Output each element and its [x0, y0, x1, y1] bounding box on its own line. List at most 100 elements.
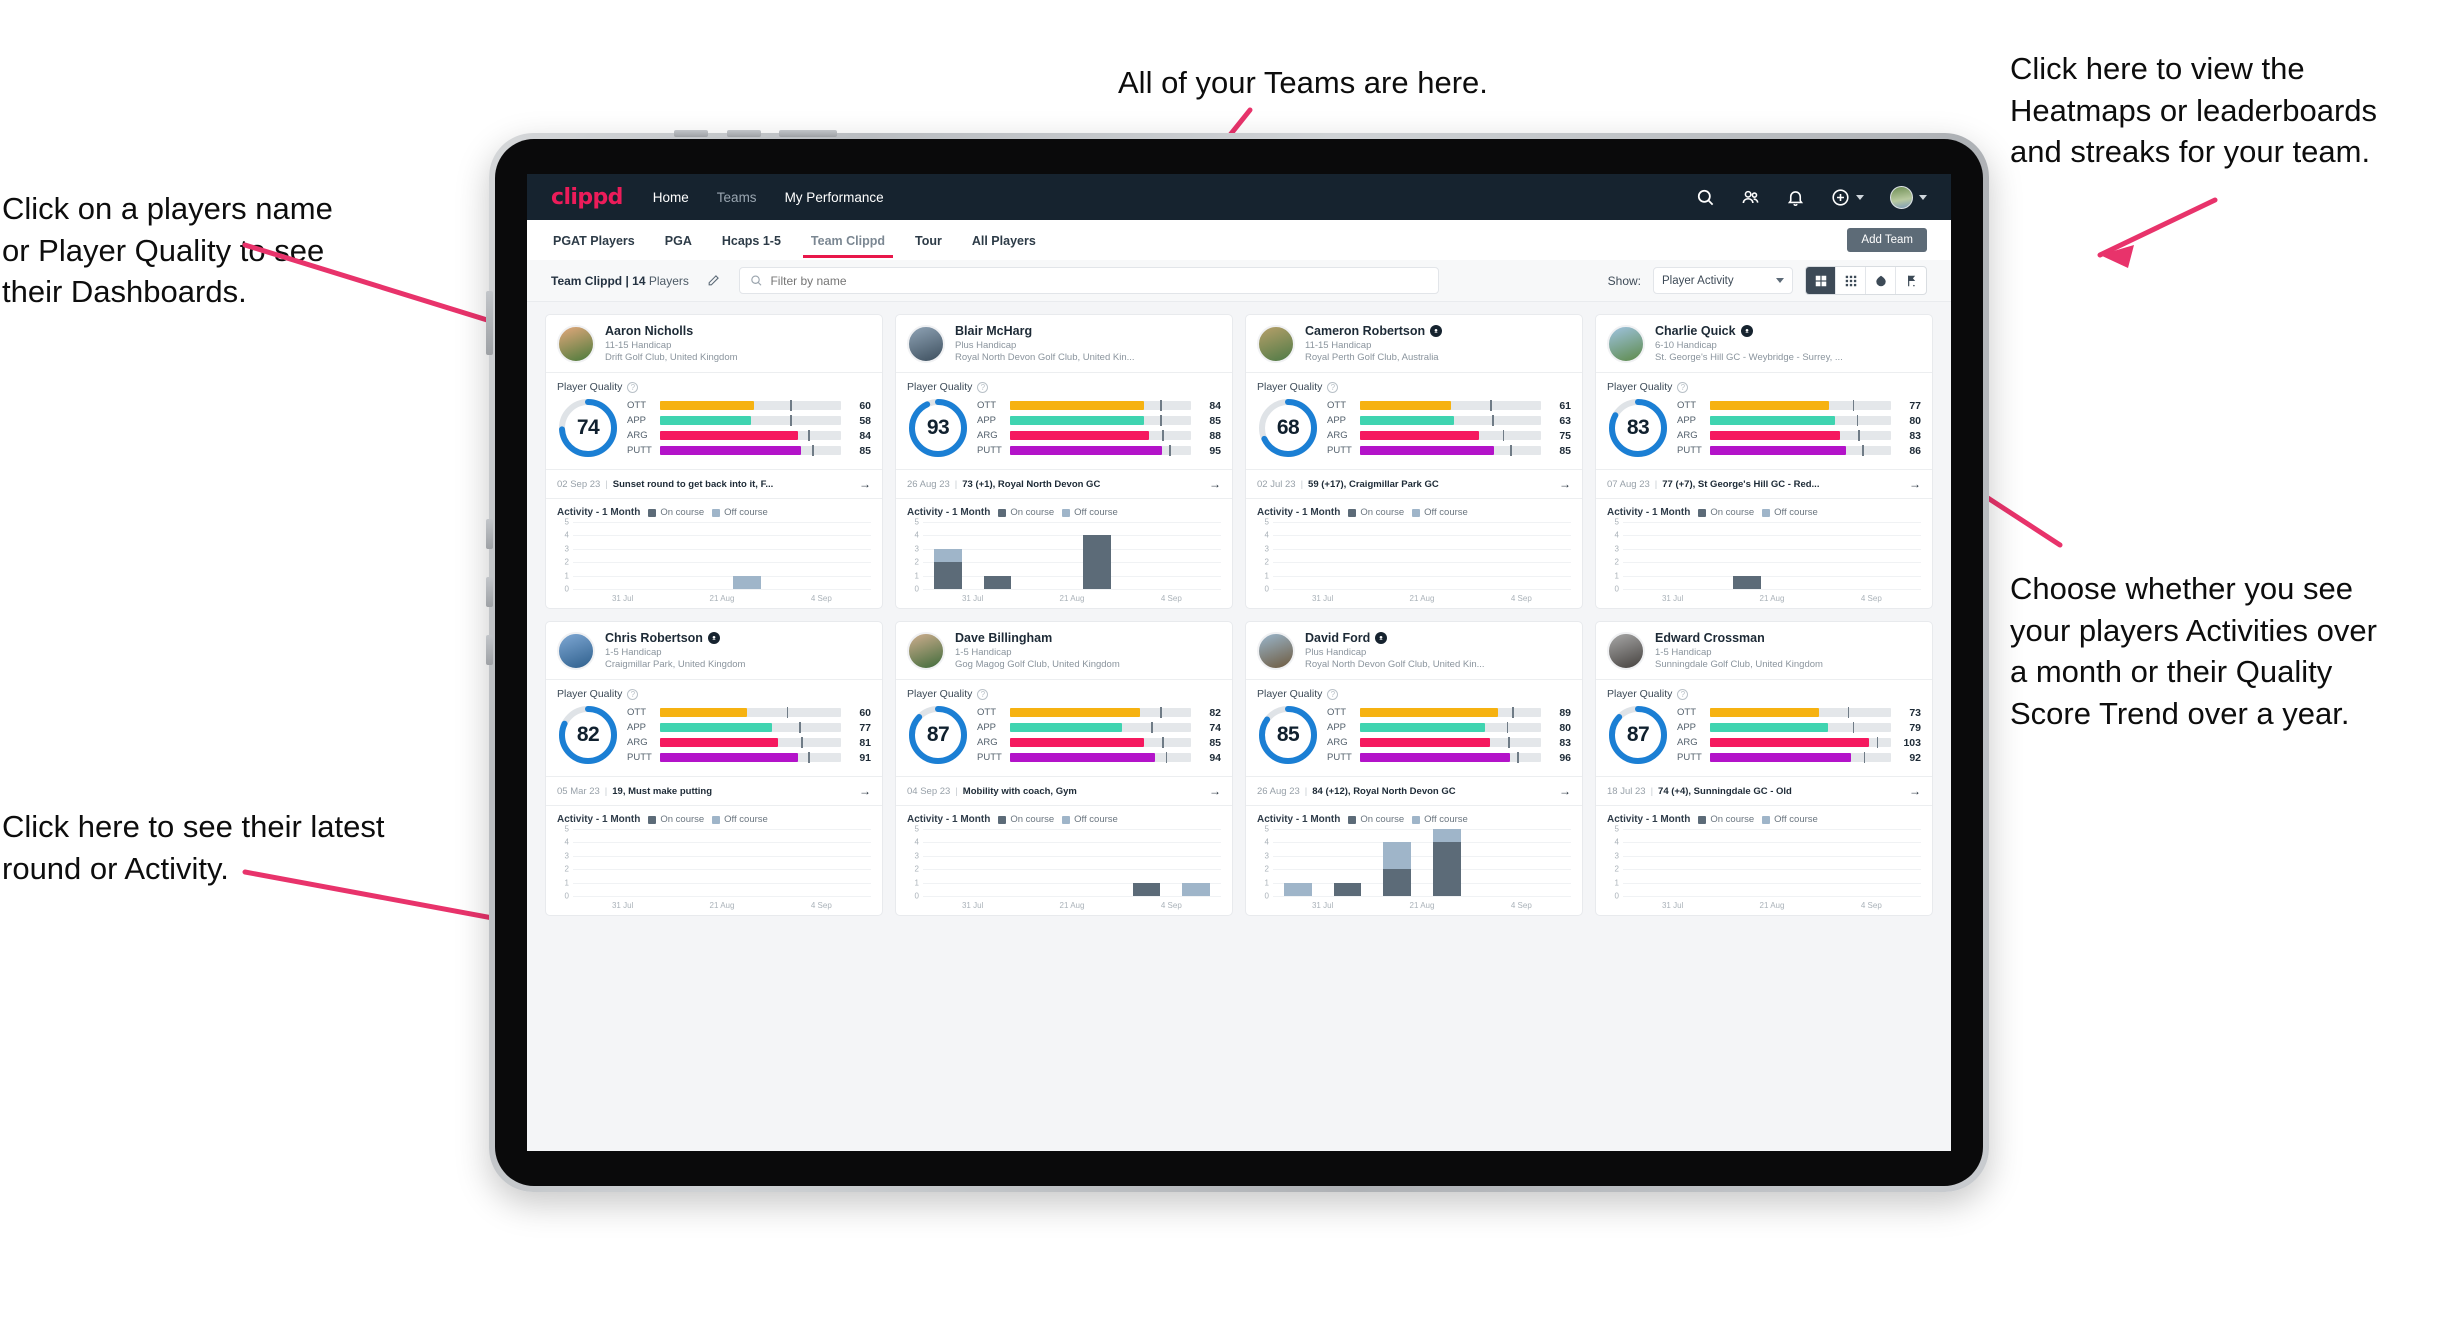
help-icon[interactable]: ?	[1677, 688, 1689, 700]
latest-round-row[interactable]: 26 Aug 23 | 84 (+12), Royal North Devon GC…	[1246, 776, 1582, 806]
player-card-header[interactable]: Blair McHarg Plus Handicap Royal North Dev…	[896, 315, 1232, 372]
tab-pgat-players[interactable]: PGAT Players	[551, 223, 637, 258]
player-quality-ring[interactable]: 87	[907, 704, 969, 766]
player-quality-body[interactable]: 68 OTT 61 APP 63 ARG 75 PUTT 85	[1246, 395, 1582, 469]
player-name[interactable]: David Ford	[1305, 631, 1485, 645]
latest-round-row[interactable]: 05 Mar 23 | 19, Must make putting →	[546, 776, 882, 806]
arrow-right-icon[interactable]: →	[1559, 477, 1571, 491]
chevron-down-icon-add[interactable]	[1856, 194, 1864, 200]
player-card-header[interactable]: David Ford Plus Handicap Royal North Devon…	[1246, 622, 1582, 679]
latest-round-row[interactable]: 26 Aug 23 | 73 (+1), Royal North Devon GC →	[896, 469, 1232, 499]
search-input[interactable]	[770, 273, 1428, 288]
player-quality-ring[interactable]: 87	[1607, 704, 1669, 766]
player-card-header[interactable]: Charlie Quick 6-10 Handicap St. George's H…	[1596, 315, 1932, 372]
player-quality-ring[interactable]: 93	[907, 397, 969, 459]
player-name[interactable]: Edward Crossman	[1655, 631, 1823, 645]
app-screen: clippd Home Teams My Performance PGAT Pl…	[527, 174, 1951, 1151]
plus-circle-icon[interactable]	[1831, 188, 1850, 207]
people-icon[interactable]	[1741, 188, 1760, 207]
player-name[interactable]: Cameron Robertson	[1305, 324, 1443, 338]
latest-round-row[interactable]: 18 Jul 23 | 74 (+4), Sunningdale GC - Old →	[1596, 776, 1932, 806]
help-icon[interactable]: ?	[977, 688, 989, 700]
player-name[interactable]: Chris Robertson	[605, 631, 745, 645]
player-quality-body[interactable]: 87 OTT 73 APP 79 ARG 103 PUTT 92	[1596, 702, 1932, 776]
arrow-right-icon[interactable]: →	[859, 477, 871, 491]
player-quality-body[interactable]: 83 OTT 77 APP 80 ARG 83 PUTT 86	[1596, 395, 1932, 469]
view-heatmap-button[interactable]	[1866, 267, 1896, 294]
player-quality-ring[interactable]: 82	[557, 704, 619, 766]
latest-round-row[interactable]: 07 Aug 23 | 77 (+7), St George's Hill GC -…	[1596, 469, 1932, 499]
tab-team-clippd[interactable]: Team Clippd	[802, 223, 894, 258]
player-card-header[interactable]: Aaron Nicholls 11-15 Handicap Drift Golf C…	[546, 315, 882, 372]
tab-pga[interactable]: PGA	[663, 223, 694, 258]
activity-chart: 0 1 2 3 4 5 31 Jul 21 Aug 4 Sep	[896, 825, 1232, 915]
latest-round-row[interactable]: 02 Sep 23 | Sunset round to get back into …	[546, 469, 882, 499]
tab-all-players[interactable]: All Players	[970, 223, 1038, 258]
arrow-right-icon[interactable]: →	[1559, 784, 1571, 798]
chevron-down-icon-profile[interactable]	[1919, 194, 1927, 200]
view-grid-large-button[interactable]	[1806, 267, 1836, 294]
nav-link-teams[interactable]: Teams	[717, 190, 757, 205]
nav-link-home[interactable]: Home	[653, 190, 689, 205]
metric-row: ARG 83	[1327, 737, 1571, 749]
bell-icon[interactable]	[1786, 188, 1805, 207]
player-name[interactable]: Dave Billingham	[955, 631, 1120, 645]
arrow-right-icon[interactable]: →	[1209, 477, 1221, 491]
player-card-header[interactable]: Chris Robertson 1-5 Handicap Craigmillar P…	[546, 622, 882, 679]
search-input-wrapper[interactable]	[738, 267, 1439, 294]
player-card[interactable]: Cameron Robertson 11-15 Handicap Royal Per…	[1245, 314, 1583, 609]
player-quality-score: 82	[576, 723, 600, 746]
tab-hcaps-1-5[interactable]: Hcaps 1-5	[720, 223, 783, 258]
arrow-right-icon[interactable]: →	[1209, 784, 1221, 798]
avatar[interactable]	[1890, 185, 1913, 209]
activity-bar	[1733, 575, 1762, 589]
tab-tour[interactable]: Tour	[913, 223, 944, 258]
player-card[interactable]: Charlie Quick 6-10 Handicap St. George's H…	[1595, 314, 1933, 609]
arrow-right-icon[interactable]: →	[1909, 784, 1921, 798]
view-grid-small-button[interactable]	[1836, 267, 1866, 294]
view-leaderboard-button[interactable]	[1896, 267, 1926, 294]
help-icon[interactable]: ?	[627, 381, 639, 393]
edit-team-icon[interactable]	[701, 268, 727, 294]
player-quality-ring[interactable]: 74	[557, 397, 619, 459]
player-card[interactable]: Blair McHarg Plus Handicap Royal North Dev…	[895, 314, 1233, 609]
player-quality-ring[interactable]: 85	[1257, 704, 1319, 766]
help-icon[interactable]: ?	[1677, 381, 1689, 393]
help-icon[interactable]: ?	[1327, 688, 1339, 700]
add-team-button[interactable]: Add Team	[1847, 228, 1927, 252]
latest-round-row[interactable]: 02 Jul 23 | 59 (+17), Craigmillar Park GC →	[1246, 469, 1582, 499]
clippd-logo[interactable]: clippd	[551, 185, 623, 210]
player-quality-ring[interactable]: 83	[1607, 397, 1669, 459]
player-card-header[interactable]: Edward Crossman 1-5 Handicap Sunningdale G…	[1596, 622, 1932, 679]
help-icon[interactable]: ?	[977, 381, 989, 393]
player-card[interactable]: Aaron Nicholls 11-15 Handicap Drift Golf C…	[545, 314, 883, 609]
search-icon[interactable]	[1696, 188, 1715, 207]
player-quality-body[interactable]: 82 OTT 60 APP 77 ARG 81 PUTT 91	[546, 702, 882, 776]
player-name[interactable]: Blair McHarg	[955, 324, 1135, 338]
metric-value: 73	[1909, 706, 1921, 719]
show-select[interactable]: Player Activity	[1653, 267, 1793, 294]
player-quality-body[interactable]: 74 OTT 60 APP 58 ARG 84 PUTT 85	[546, 395, 882, 469]
player-card[interactable]: Edward Crossman 1-5 Handicap Sunningdale G…	[1595, 621, 1933, 916]
player-card-header[interactable]: Dave Billingham 1-5 Handicap Gog Magog Gol…	[896, 622, 1232, 679]
player-quality-body[interactable]: 85 OTT 89 APP 80 ARG 83 PUTT 96	[1246, 702, 1582, 776]
player-name[interactable]: Charlie Quick	[1655, 324, 1843, 338]
player-card[interactable]: Chris Robertson 1-5 Handicap Craigmillar P…	[545, 621, 883, 916]
player-card-header[interactable]: Cameron Robertson 11-15 Handicap Royal Per…	[1246, 315, 1582, 372]
metric-bar-track	[1710, 752, 1891, 763]
y-tick-label: 4	[1614, 837, 1619, 847]
player-quality-body[interactable]: 87 OTT 82 APP 74 ARG 85 PUTT 94	[896, 702, 1232, 776]
player-quality-body[interactable]: 93 OTT 84 APP 85 ARG 88 PUTT 95	[896, 395, 1232, 469]
help-icon[interactable]: ?	[627, 688, 639, 700]
arrow-right-icon[interactable]: →	[859, 784, 871, 798]
player-quality-ring[interactable]: 68	[1257, 397, 1319, 459]
y-tick-label: 5	[564, 517, 569, 527]
metric-label: APP	[1677, 722, 1697, 733]
player-card[interactable]: David Ford Plus Handicap Royal North Devon…	[1245, 621, 1583, 916]
player-name[interactable]: Aaron Nicholls	[605, 324, 738, 338]
player-card[interactable]: Dave Billingham 1-5 Handicap Gog Magog Gol…	[895, 621, 1233, 916]
latest-round-row[interactable]: 04 Sep 23 | Mobility with coach, Gym →	[896, 776, 1232, 806]
nav-link-my-performance[interactable]: My Performance	[785, 190, 884, 205]
help-icon[interactable]: ?	[1327, 381, 1339, 393]
arrow-right-icon[interactable]: →	[1909, 477, 1921, 491]
